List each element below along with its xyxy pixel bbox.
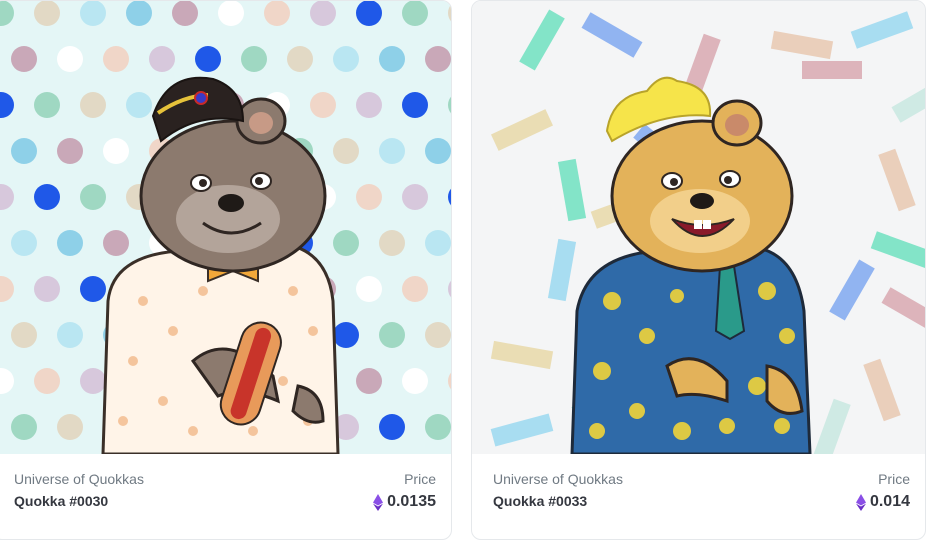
background-dot	[172, 1, 198, 26]
background-dot	[402, 1, 428, 26]
collection-name[interactable]: Universe of Quokkas	[14, 471, 144, 487]
background-dot	[402, 184, 428, 210]
nft-image-quokka-0033[interactable]	[472, 1, 925, 454]
background-dot	[103, 46, 129, 72]
background-dot	[126, 1, 152, 26]
background-dot	[241, 46, 267, 72]
background-dot	[149, 46, 175, 72]
background-dot	[11, 46, 37, 72]
background-dot	[57, 138, 83, 164]
background-dot	[379, 322, 405, 348]
price-label: Price	[404, 471, 436, 487]
background-dot	[11, 322, 37, 348]
background-dot	[57, 46, 83, 72]
background-dot	[402, 276, 428, 302]
nft-name[interactable]: Quokka #0030	[14, 493, 108, 509]
nft-card-quokka-0030[interactable]: Universe of Quokkas Quokka #0030 Price 0…	[0, 0, 452, 540]
background-dot	[11, 138, 37, 164]
background-dot	[333, 322, 359, 348]
background-dot	[310, 1, 336, 26]
nft-card-quokka-0033[interactable]: Universe of Quokkas Quokka #0033 Price 0…	[471, 0, 926, 540]
background-dot	[356, 92, 382, 118]
nft-image-quokka-0030[interactable]	[0, 1, 451, 454]
background-dot	[379, 230, 405, 256]
background-dot	[11, 230, 37, 256]
background-dot	[80, 92, 106, 118]
price-value: 0.0135	[387, 493, 436, 510]
background-dot	[379, 46, 405, 72]
confetti-bar	[802, 61, 862, 79]
background-dot	[333, 138, 359, 164]
background-dot	[34, 1, 60, 26]
background-dot	[356, 1, 382, 26]
price-value: 0.014	[869, 493, 910, 510]
background-dot	[195, 46, 221, 72]
price-value-row: 0.014	[855, 493, 910, 511]
price-label: Price	[878, 471, 910, 487]
background-dot	[310, 92, 336, 118]
background-dot	[356, 276, 382, 302]
background-dot	[425, 138, 451, 164]
background-dot	[103, 138, 129, 164]
nft-card-info: Universe of Quokkas Quokka #0033 Price 0…	[472, 454, 925, 539]
background-dot	[103, 230, 129, 256]
background-dot	[333, 230, 359, 256]
background-dot	[57, 230, 83, 256]
background-dot	[218, 1, 244, 26]
background-dot	[402, 92, 428, 118]
collection-name[interactable]: Universe of Quokkas	[493, 471, 623, 487]
background-dot	[80, 184, 106, 210]
background-dot	[34, 368, 60, 394]
price-value-row: 0.0135	[373, 493, 436, 511]
background-dot	[425, 414, 451, 440]
ethereum-icon	[373, 493, 384, 511]
background-dot	[34, 184, 60, 210]
ethereum-icon	[855, 493, 866, 511]
background-dot	[264, 1, 290, 26]
background-dot	[379, 138, 405, 164]
background-dot	[425, 230, 451, 256]
background-dot	[356, 368, 382, 394]
background-dot	[80, 1, 106, 26]
nft-grid: Universe of Quokkas Quokka #0030 Price 0…	[0, 0, 926, 540]
background-dot	[425, 46, 451, 72]
background-dot	[333, 46, 359, 72]
background-dot	[379, 414, 405, 440]
background-dot	[287, 46, 313, 72]
background-dot	[57, 322, 83, 348]
background-dot	[402, 368, 428, 394]
background-dot	[80, 368, 106, 394]
background-dot	[356, 184, 382, 210]
background-dot	[34, 92, 60, 118]
nft-card-info: Universe of Quokkas Quokka #0030 Price 0…	[0, 454, 451, 539]
background-dot	[80, 276, 106, 302]
background-dot	[11, 414, 37, 440]
background-dot	[425, 322, 451, 348]
background-dot	[126, 92, 152, 118]
background-dot	[34, 276, 60, 302]
nft-name[interactable]: Quokka #0033	[493, 493, 587, 509]
background-dot	[57, 414, 83, 440]
